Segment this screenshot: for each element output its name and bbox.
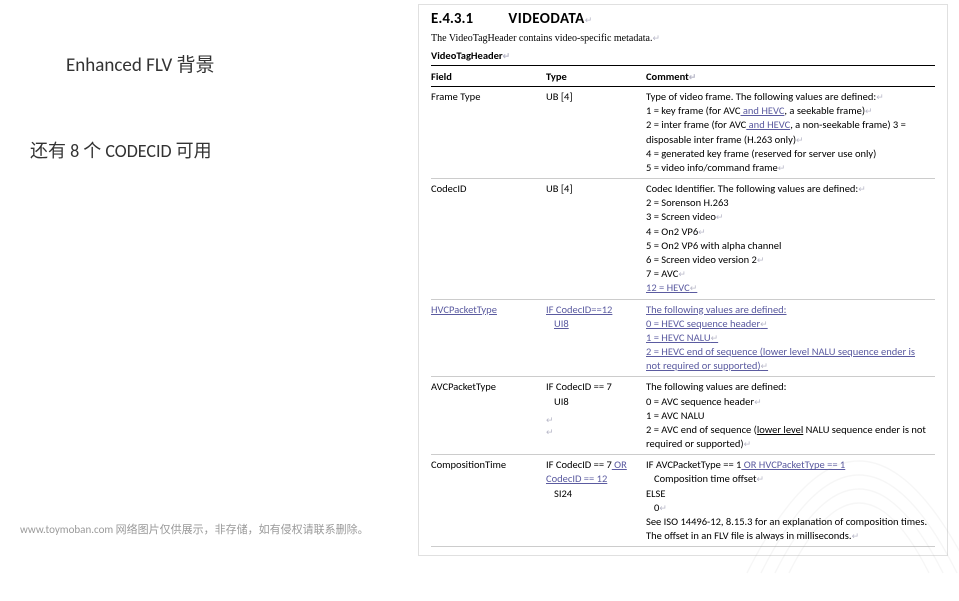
table-row: HVCPacketType IF CodecID==12 UI8 The fol… xyxy=(431,299,935,377)
th-field: Field xyxy=(431,68,546,87)
cell-field: CodecID xyxy=(431,179,546,299)
cell-comment: Codec Identifier. The following values a… xyxy=(646,179,935,299)
table-row: Frame Type UB [4] Type of video frame. T… xyxy=(431,87,935,179)
cell-comment: The following values are defined: 0 = HE… xyxy=(646,299,935,377)
cell-comment: Type of video frame. The following value… xyxy=(646,87,935,179)
cell-field: AVCPacketType xyxy=(431,377,546,455)
footer-watermark: www.toymoban.com 网络图片仅供展示，非存储，如有侵权请联系删除。 xyxy=(20,521,369,537)
struct-name: VideoTagHeader↵ xyxy=(431,49,935,66)
left-panel: Enhanced FLV 背景 还有 8 个 CODECID 可用 xyxy=(30,50,410,163)
cell-field: Frame Type xyxy=(431,87,546,179)
cell-comment: The following values are defined: 0 = AV… xyxy=(646,377,935,455)
spec-document: E.4.3.1 VIDEODATA↵ The VideoTagHeader co… xyxy=(418,4,948,556)
cell-type: IF CodecID == 7 OR CodecID == 12 SI24 xyxy=(546,455,646,547)
section-title: VIDEODATA xyxy=(508,10,584,28)
cell-type: IF CodecID == 7 UI8 ↵ ↵ xyxy=(546,377,646,455)
cell-field: HVCPacketType xyxy=(431,299,546,377)
table-row: CompositionTime IF CodecID == 7 OR Codec… xyxy=(431,455,935,547)
th-comment: Comment↵ xyxy=(646,68,935,87)
cell-type: IF CodecID==12 UI8 xyxy=(546,299,646,377)
cell-type: UB [4] xyxy=(546,87,646,179)
heading-title: Enhanced FLV 背景 xyxy=(66,50,410,77)
section-number: E.4.3.1 xyxy=(431,9,506,29)
spec-table: Field Type Comment↵ Frame Type UB [4] Ty… xyxy=(431,68,935,547)
table-row: AVCPacketType IF CodecID == 7 UI8 ↵ ↵ Th… xyxy=(431,377,935,455)
intro-text: The VideoTagHeader contains video-specif… xyxy=(431,32,935,46)
cell-comment: IF AVCPacketType == 1 OR HVCPacketType =… xyxy=(646,455,935,547)
cell-type: UB [4] xyxy=(546,179,646,299)
section-header: E.4.3.1 VIDEODATA↵ xyxy=(431,9,935,29)
th-type: Type xyxy=(546,68,646,87)
heading-subtitle: 还有 8 个 CODECID 可用 xyxy=(30,137,410,163)
table-row: CodecID UB [4] Codec Identifier. The fol… xyxy=(431,179,935,299)
cell-field: CompositionTime xyxy=(431,455,546,547)
table-header-row: Field Type Comment↵ xyxy=(431,68,935,87)
